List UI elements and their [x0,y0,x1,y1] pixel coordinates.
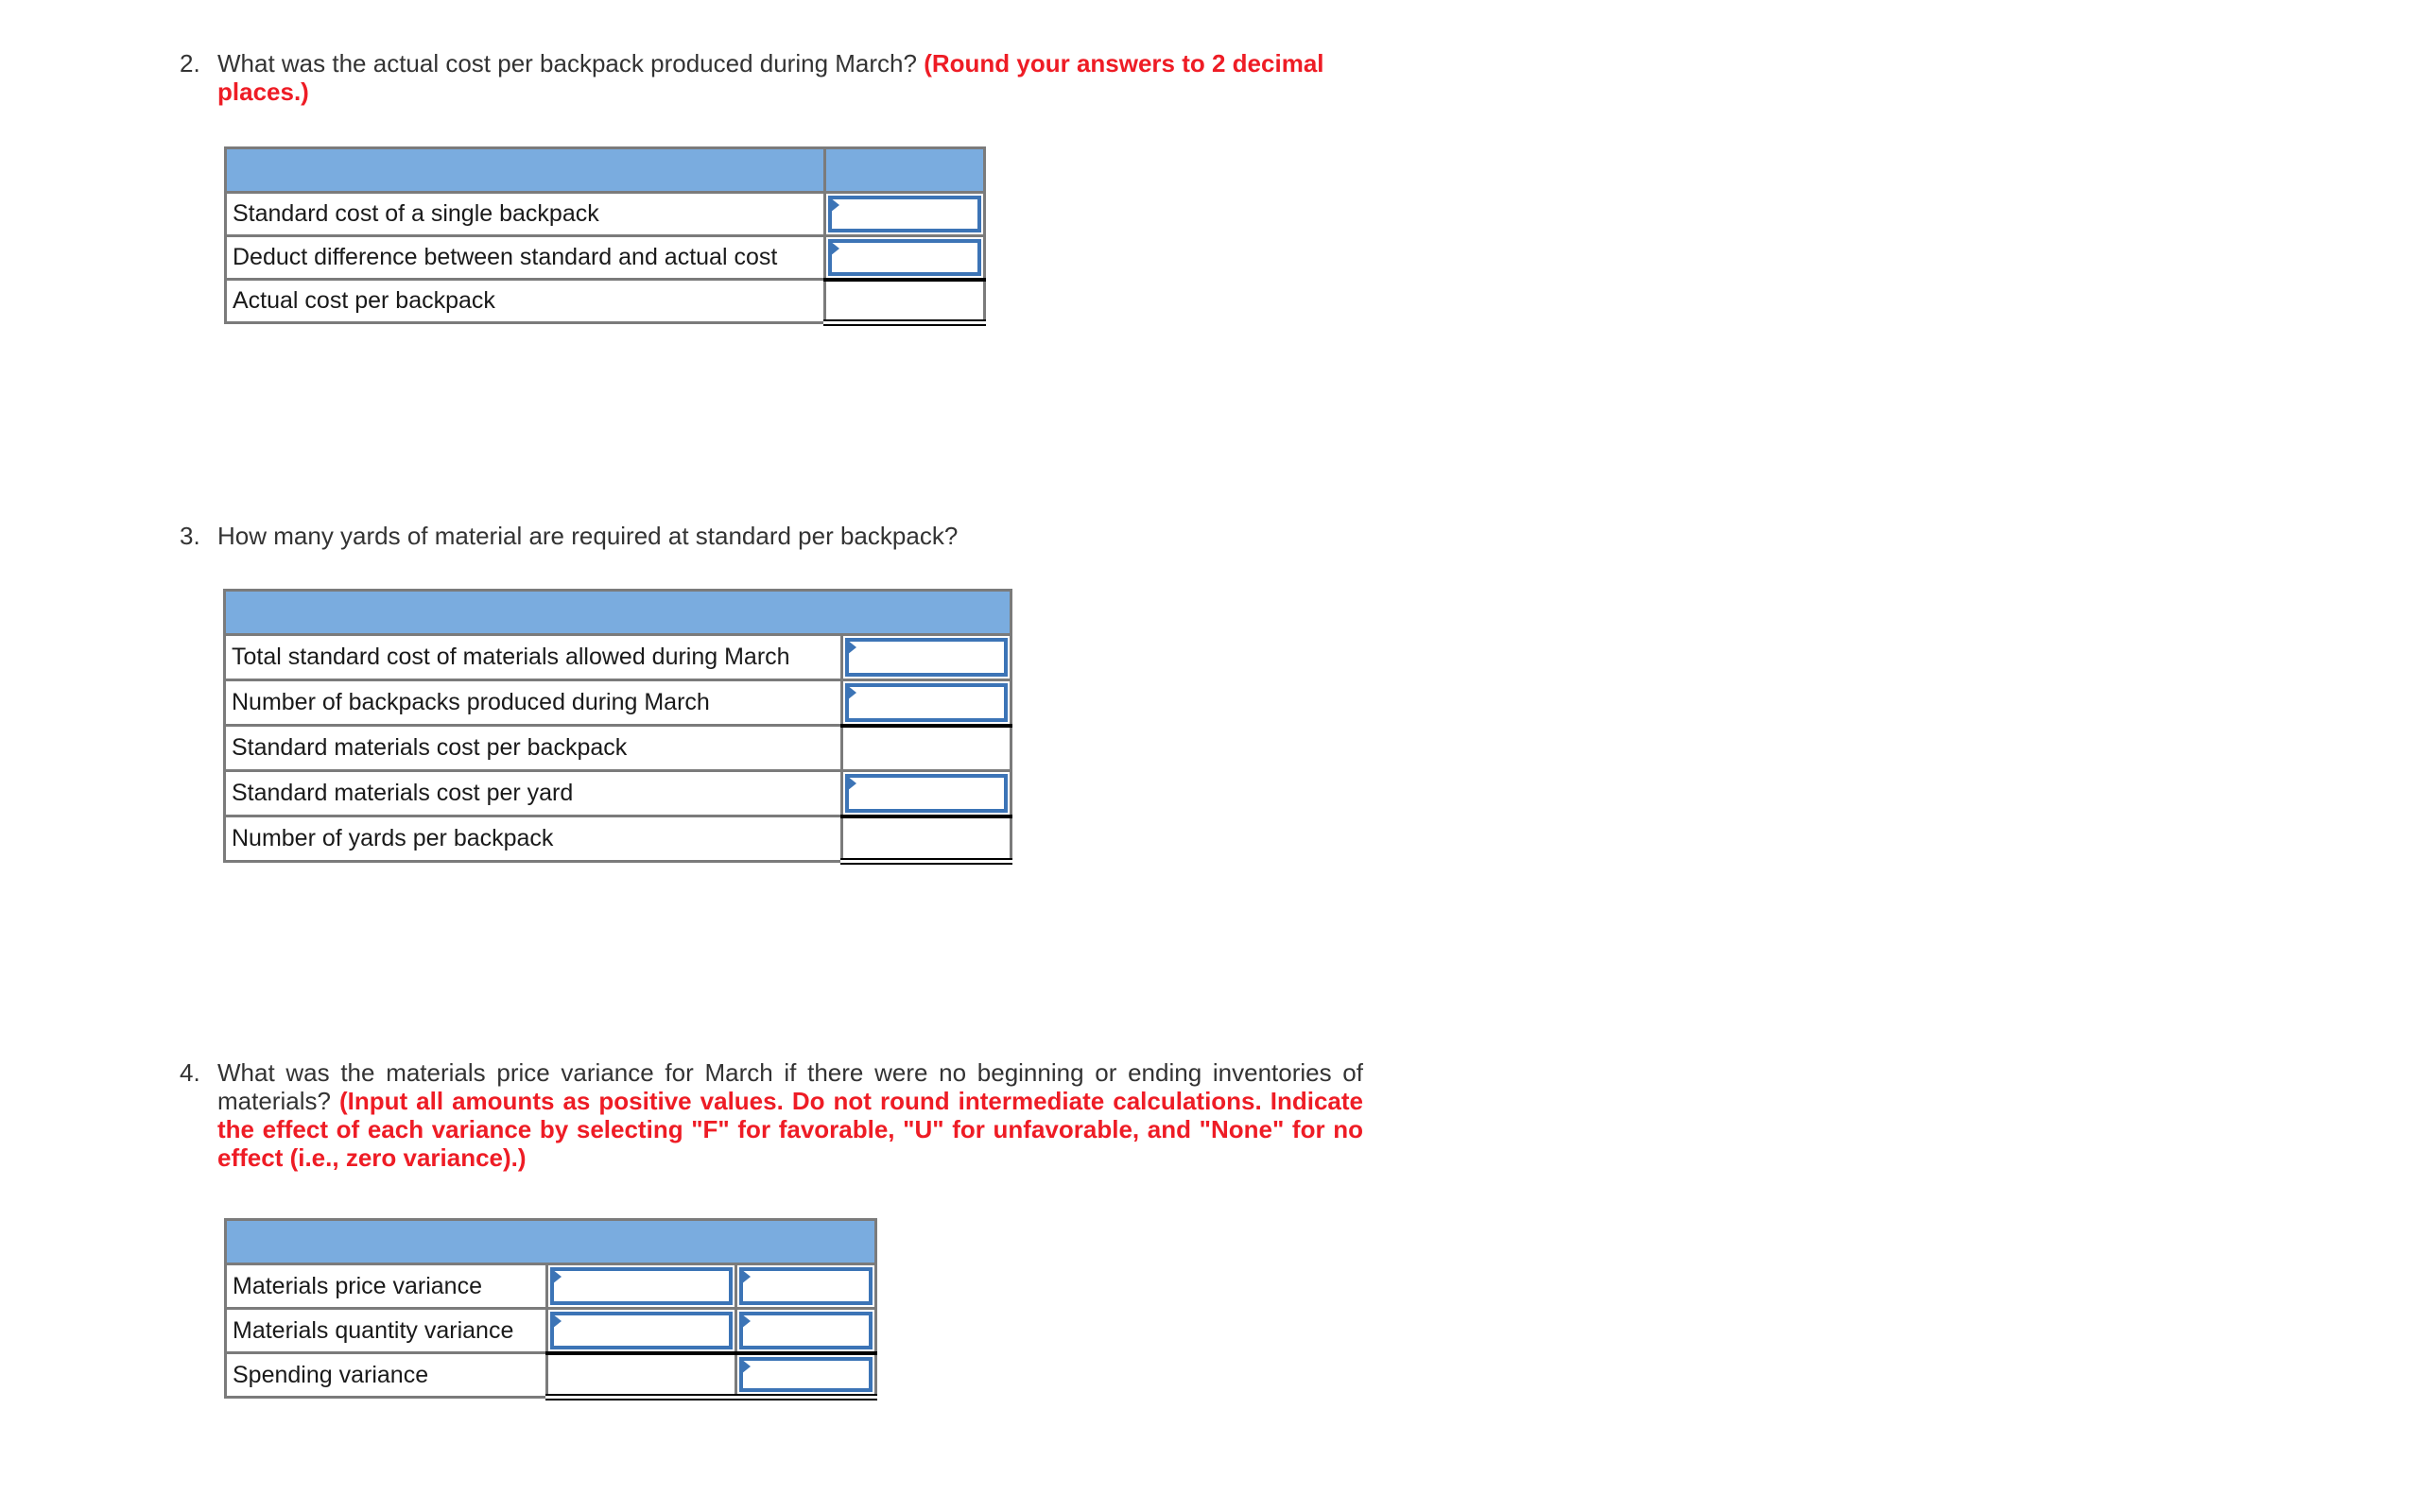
question-number: 2. [180,49,200,77]
dropdown-marker-icon [741,1269,751,1284]
question-text: What was the actual cost per backpack pr… [217,49,917,77]
backpacks-produced-input[interactable] [849,687,1004,718]
question-4: 4. What was the materials price variance… [180,1058,1363,1172]
yards-per-backpack-table: Total standard cost of materials allowed… [223,589,1012,865]
cost-per-yard-input[interactable] [849,778,1004,809]
table-row: Number of backpacks produced during Marc… [223,679,1012,727]
input-marker-icon [830,198,839,213]
total-standard-cost-input[interactable] [849,642,1004,673]
amount-cell [823,191,986,237]
table-header-row [223,589,1012,636]
row-label: Number of backpacks produced during Marc… [223,679,843,727]
input-marker-icon [847,640,856,655]
table-row: Materials price variance [224,1263,877,1310]
row-label: Actual cost per backpack [224,278,826,324]
table-row: Standard materials cost per backpack [223,723,1012,772]
question-instruction: (Input all amounts as positive values. D… [217,1087,1363,1172]
amount-cell [840,769,1012,817]
table-row: Actual cost per backpack [224,277,986,326]
difference-input-box [828,239,981,276]
amount-cell [840,679,1012,727]
quantity-variance-amount-input[interactable] [554,1315,729,1346]
difference-input[interactable] [832,243,977,272]
total-standard-cost-input-box [845,638,1008,677]
row-label: Materials quantity variance [224,1307,548,1354]
table-row: Standard cost of a single backpack [224,191,986,237]
actual-cost-result [823,277,986,326]
input-marker-icon [847,776,856,791]
table-header-row [224,146,986,194]
row-label: Standard materials cost per yard [223,769,843,817]
question-3: 3. How many yards of material are requir… [180,522,1352,550]
table-row: Materials quantity variance [224,1307,877,1354]
price-variance-amount-box [550,1267,733,1305]
backpacks-produced-input-box [845,683,1008,722]
actual-cost-table: Standard cost of a single backpack Deduc… [224,146,986,326]
input-marker-icon [830,241,839,256]
price-variance-amount-input[interactable] [554,1271,729,1301]
spending-variance-amount [545,1350,737,1400]
dropdown-marker-icon [741,1358,751,1374]
effect-cell [735,1350,877,1400]
spending-variance-effect-box [739,1356,873,1392]
input-marker-icon [847,685,856,700]
amount-cell [545,1263,737,1310]
amount-cell [840,633,1012,681]
row-label: Standard materials cost per backpack [223,724,843,772]
quantity-variance-amount-box [550,1312,733,1349]
input-marker-icon [552,1269,562,1284]
variance-table: Materials price variance Materials quant… [224,1218,877,1400]
quantity-variance-effect-box [739,1312,873,1349]
spending-variance-effect-select[interactable] [743,1360,869,1388]
row-label: Standard cost of a single backpack [224,191,826,237]
dropdown-marker-icon [741,1314,751,1329]
price-variance-effect-box [739,1267,873,1305]
effect-cell [735,1307,877,1354]
row-label: Spending variance [224,1351,548,1399]
standard-cost-input-box [828,196,981,232]
standard-cost-input[interactable] [832,199,977,229]
materials-cost-per-backpack-result [840,723,1012,772]
question-number: 4. [180,1058,200,1087]
input-marker-icon [552,1314,562,1329]
question-number: 3. [180,522,200,550]
cost-per-yard-input-box [845,774,1008,813]
quantity-variance-effect-select[interactable] [743,1315,869,1346]
table-row: Number of yards per backpack [223,814,1012,865]
row-label: Materials price variance [224,1263,548,1310]
table-row: Total standard cost of materials allowed… [223,633,1012,681]
question-2: 2. What was the actual cost per backpack… [180,49,1352,106]
row-label: Deduct difference between standard and a… [224,234,826,281]
table-row: Spending variance [224,1350,877,1400]
table-row: Standard materials cost per yard [223,769,1012,817]
row-label: Number of yards per backpack [223,815,843,863]
price-variance-effect-select[interactable] [743,1271,869,1301]
question-text: How many yards of material are required … [217,522,959,550]
amount-cell [545,1307,737,1354]
table-header-row [224,1218,877,1265]
table-row: Deduct difference between standard and a… [224,234,986,281]
amount-cell [823,234,986,281]
row-label: Total standard cost of materials allowed… [223,633,843,681]
yards-per-backpack-result [840,814,1012,865]
effect-cell [735,1263,877,1310]
